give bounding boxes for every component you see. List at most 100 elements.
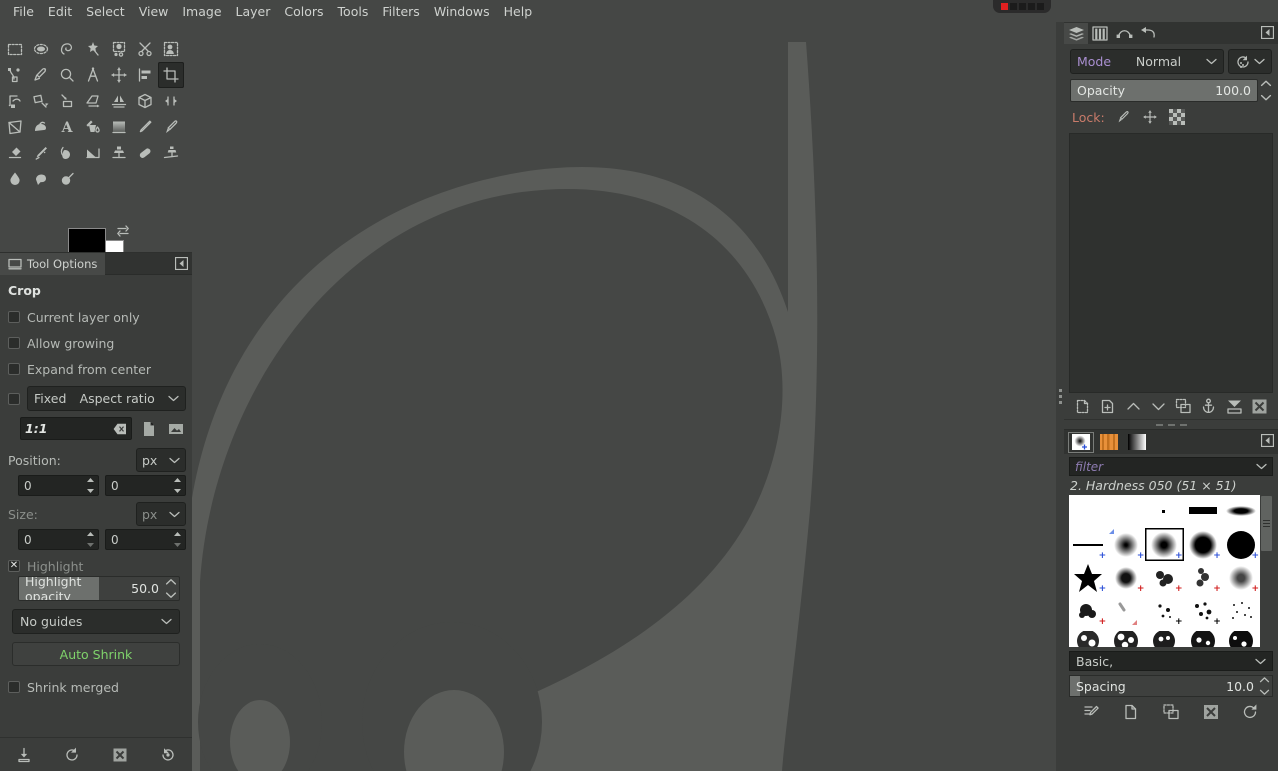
brush-grid[interactable]: + + + + + + + + + + + + +: [1069, 495, 1260, 647]
spinner-arrows[interactable]: [172, 531, 183, 548]
shear-icon[interactable]: [54, 88, 80, 114]
duplicate-layer-icon[interactable]: [1173, 395, 1195, 417]
crop-icon[interactable]: [158, 62, 184, 88]
brush-item[interactable]: +: [1069, 594, 1107, 627]
foreground-select-icon[interactable]: [158, 36, 184, 62]
brush-item[interactable]: +: [1145, 594, 1183, 627]
flip-icon[interactable]: [106, 88, 132, 114]
brush-item[interactable]: [1107, 495, 1145, 528]
bucket-fill-icon[interactable]: [80, 114, 106, 140]
brush-item[interactable]: +: [1184, 528, 1222, 561]
menu-select[interactable]: Select: [79, 2, 132, 21]
tab-gradients[interactable]: [1124, 432, 1150, 453]
menu-edit[interactable]: Edit: [41, 2, 79, 21]
brush-item[interactable]: +: [1069, 528, 1107, 561]
highlight-opacity-slider[interactable]: Highlight opacity 50.0: [18, 576, 180, 601]
allow-growing-checkbox[interactable]: [8, 337, 20, 349]
dock-menu-icon[interactable]: [1260, 433, 1275, 448]
ellipse-select-icon[interactable]: [28, 36, 54, 62]
brush-item[interactable]: [1145, 627, 1183, 647]
menu-help[interactable]: Help: [497, 2, 540, 21]
menu-colors[interactable]: Colors: [277, 2, 330, 21]
brush-item[interactable]: +: [1222, 561, 1260, 594]
clone-icon[interactable]: [106, 140, 132, 166]
shrink-merged-checkbox[interactable]: [8, 681, 20, 693]
portrait-orientation-icon[interactable]: [138, 418, 159, 439]
paths-icon[interactable]: [2, 62, 28, 88]
option-current-layer-only[interactable]: Current layer only: [6, 304, 186, 330]
brush-item[interactable]: [1222, 627, 1260, 647]
brush-item[interactable]: +: [1222, 528, 1260, 561]
fixed-mode-combo[interactable]: Fixed Aspect ratio: [27, 386, 186, 411]
landscape-orientation-icon[interactable]: [165, 418, 186, 439]
menu-tools[interactable]: Tools: [331, 2, 376, 21]
lock-position-icon[interactable]: [1141, 109, 1159, 125]
scale-icon[interactable]: [28, 88, 54, 114]
tab-brushes[interactable]: [1068, 432, 1094, 453]
brush-item[interactable]: +: [1107, 561, 1145, 594]
spinner-arrows[interactable]: [85, 531, 96, 548]
panel-divider[interactable]: [1056, 22, 1064, 771]
align-icon[interactable]: [132, 62, 158, 88]
screen-recording-indicator[interactable]: [993, 0, 1051, 13]
swap-colors-icon[interactable]: [116, 224, 130, 238]
dodge-burn-icon[interactable]: [54, 166, 80, 192]
brush-item[interactable]: [1069, 627, 1107, 647]
raise-layer-icon[interactable]: [1122, 395, 1144, 417]
spacing-spinner-arrows[interactable]: [1259, 676, 1270, 696]
option-shrink-merged[interactable]: Shrink merged: [6, 674, 186, 700]
clear-icon[interactable]: [113, 423, 127, 435]
tab-tool-options[interactable]: Tool Options: [0, 252, 106, 275]
menu-filters[interactable]: Filters: [375, 2, 426, 21]
refresh-brushes-icon[interactable]: [1239, 701, 1261, 723]
scrollbar-thumb[interactable]: [1261, 496, 1272, 551]
pencil-icon[interactable]: [132, 114, 158, 140]
option-expand-from-center[interactable]: Expand from center: [6, 356, 186, 382]
menu-file[interactable]: File: [6, 2, 41, 21]
3d-transform-icon[interactable]: [132, 88, 158, 114]
heal-icon[interactable]: [132, 140, 158, 166]
anchor-layer-icon[interactable]: [1198, 395, 1220, 417]
perspective-icon[interactable]: [80, 88, 106, 114]
auto-shrink-button[interactable]: Auto Shrink: [12, 642, 180, 666]
opacity-spinner-arrows[interactable]: [1260, 79, 1272, 102]
brush-item[interactable]: +: [1107, 528, 1145, 561]
brush-item[interactable]: [1222, 594, 1260, 627]
blend-space-icon[interactable]: [1228, 49, 1272, 74]
layer-mode-combo[interactable]: Mode Normal: [1070, 49, 1224, 74]
handle-transform-icon[interactable]: [158, 88, 184, 114]
layers-list[interactable]: [1069, 133, 1273, 393]
delete-tool-preset-icon[interactable]: [108, 743, 132, 767]
save-tool-preset-icon[interactable]: [12, 743, 36, 767]
aspect-ratio-input[interactable]: 1:1: [20, 417, 132, 440]
dock-menu-icon[interactable]: [174, 256, 189, 271]
paintbrush-icon[interactable]: [158, 114, 184, 140]
brush-item[interactable]: [1184, 627, 1222, 647]
brush-item[interactable]: +: [1145, 561, 1183, 594]
new-brush-icon[interactable]: [1120, 701, 1142, 723]
reset-tool-options-icon[interactable]: [156, 743, 180, 767]
size-width-input[interactable]: 0: [18, 529, 99, 550]
delete-brush-icon[interactable]: [1200, 701, 1222, 723]
brush-item[interactable]: [1107, 594, 1145, 627]
spacing-slider[interactable]: Spacing 10.0: [1069, 675, 1273, 697]
position-unit-combo[interactable]: px: [136, 448, 186, 472]
image-canvas[interactable]: [192, 22, 1056, 771]
fuzzy-select-icon[interactable]: [80, 36, 106, 62]
menu-view[interactable]: View: [132, 2, 176, 21]
brush-item[interactable]: +: [1184, 594, 1222, 627]
merge-down-icon[interactable]: [1223, 395, 1245, 417]
brush-item[interactable]: [1145, 495, 1183, 528]
size-unit-combo[interactable]: px: [136, 502, 186, 526]
tab-paths[interactable]: [1112, 23, 1136, 44]
warp-transform-icon[interactable]: [28, 114, 54, 140]
spinner-arrows[interactable]: [165, 578, 177, 599]
tab-undo-history[interactable]: [1136, 23, 1160, 44]
delete-layer-icon[interactable]: [1248, 395, 1270, 417]
restore-tool-preset-icon[interactable]: [60, 743, 84, 767]
menu-layer[interactable]: Layer: [229, 2, 278, 21]
move-icon[interactable]: [106, 62, 132, 88]
brush-item[interactable]: [1222, 495, 1260, 528]
lock-pixels-icon[interactable]: [1114, 109, 1132, 125]
unified-transform-icon[interactable]: [2, 114, 28, 140]
